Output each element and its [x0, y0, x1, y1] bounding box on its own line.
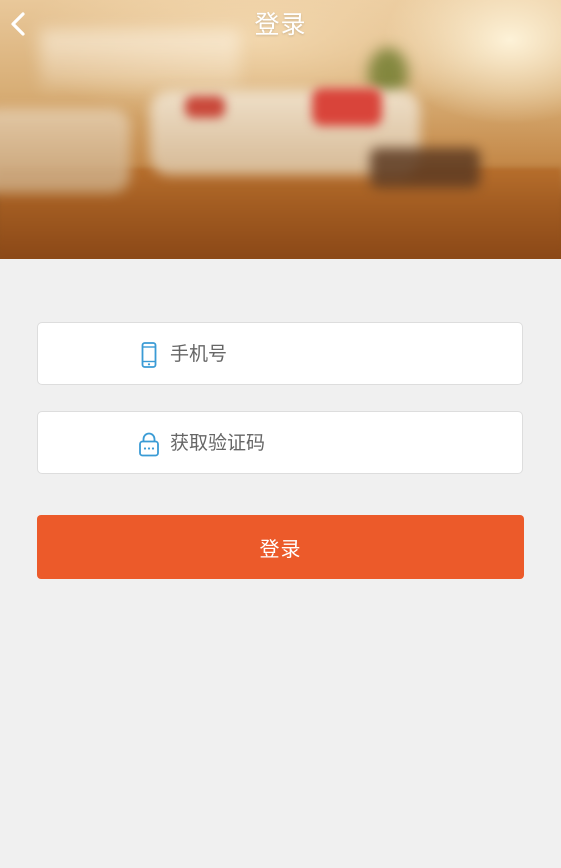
banner-sofa-left	[0, 108, 130, 193]
lock-icon	[139, 432, 159, 457]
login-button[interactable]: 登录	[37, 515, 524, 579]
phone-field[interactable]	[37, 322, 523, 385]
page-title: 登录	[254, 10, 307, 39]
banner-table	[370, 148, 480, 188]
mobile-phone-icon	[141, 342, 157, 368]
verification-code-field[interactable]	[37, 411, 523, 474]
banner-pillow-small	[185, 96, 225, 118]
phone-input[interactable]	[170, 323, 500, 384]
banner-pillow	[312, 88, 382, 126]
verification-code-input[interactable]	[170, 412, 500, 473]
header-banner: 登录	[0, 0, 561, 259]
